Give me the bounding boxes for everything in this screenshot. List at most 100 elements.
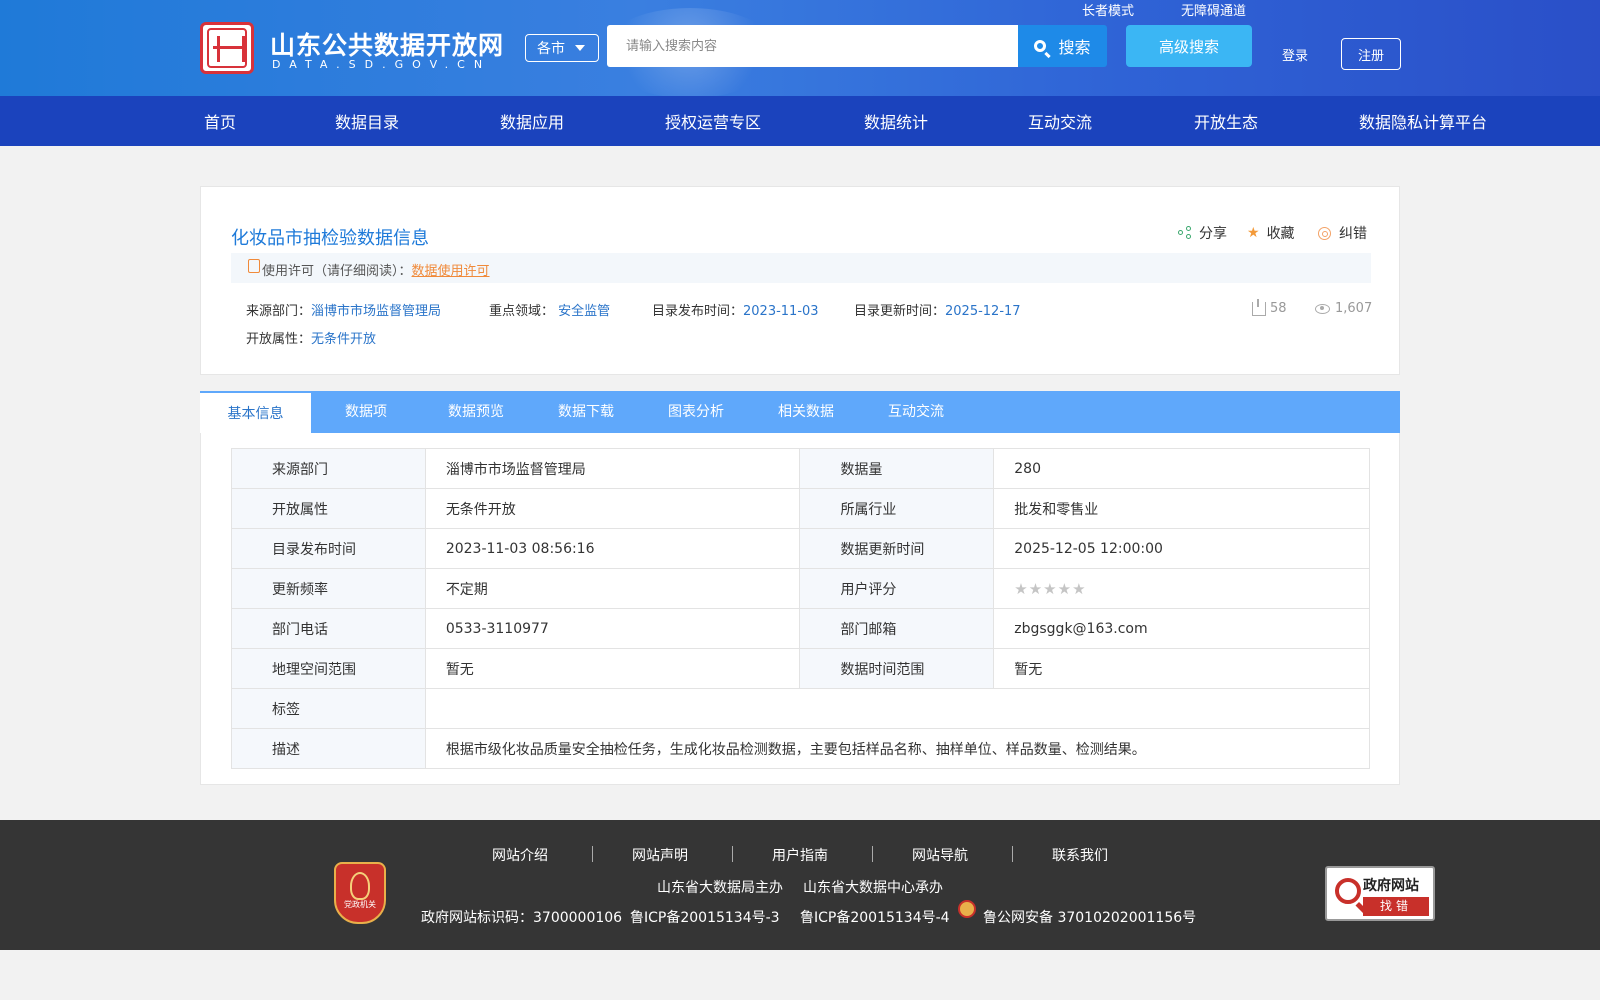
table-row: 标签 — [231, 688, 1371, 729]
nav-item-authorized[interactable]: 授权运营专区 — [665, 109, 761, 133]
footer-host: 山东省大数据局主办 — [657, 880, 783, 896]
table-row: 目录发布时间 2023-11-03 08:56:16 数据更新时间 2025-1… — [231, 528, 1370, 569]
nav-item-home[interactable]: 首页 — [204, 109, 236, 133]
tab-bar: 基本信息 数据项 数据预览 数据下载 图表分析 相关数据 互动交流 — [200, 391, 1400, 433]
city-select[interactable]: 各市 — [525, 34, 599, 62]
main-nav: 首页 数据目录 数据应用 授权运营专区 数据统计 互动交流 开放生态 数据隐私计… — [0, 96, 1600, 146]
table-label: 数据时间范围 — [799, 648, 995, 689]
share-button[interactable]: 分享 — [1178, 223, 1227, 243]
login-link[interactable]: 登录 — [1282, 45, 1308, 64]
star-icon[interactable]: ★ — [1072, 580, 1085, 598]
table-label: 开放属性 — [231, 488, 426, 529]
footer-organizer: 山东省大数据中心承办 — [803, 880, 943, 896]
tab-related-data[interactable]: 相关数据 — [751, 391, 861, 433]
footer-link-intro[interactable]: 网站介绍 — [492, 845, 548, 865]
table-value: 淄博市市场监督管理局 — [424, 448, 801, 489]
share-label: 分享 — [1199, 226, 1227, 242]
footer-police-link[interactable]: 鲁公网安备 37010202001156号 — [983, 907, 1196, 927]
correct-button[interactable]: 纠错 — [1318, 223, 1367, 243]
elder-mode-link[interactable]: 长者模式 — [1082, 0, 1134, 19]
tab-data-preview[interactable]: 数据预览 — [421, 391, 531, 433]
tab-interaction[interactable]: 互动交流 — [861, 391, 971, 433]
table-label: 部门电话 — [231, 608, 426, 649]
site-logo-icon[interactable] — [200, 22, 254, 74]
meta-open: 开放属性：无条件开放 — [246, 332, 377, 347]
tab-data-download[interactable]: 数据下载 — [531, 391, 641, 433]
star-icon[interactable]: ★ — [1029, 580, 1042, 598]
share-icon — [1178, 226, 1192, 240]
footer-icp4-link[interactable]: 鲁ICP备20015134号-4 — [800, 907, 950, 927]
table-value: 280 — [993, 448, 1370, 489]
police-badge-icon — [958, 900, 976, 918]
meta-publish: 目录发布时间：2023-11-03 — [652, 304, 819, 319]
star-icon: ★ — [1247, 225, 1260, 241]
star-icon[interactable]: ★ — [1043, 580, 1056, 598]
nav-item-privacy[interactable]: 数据隐私计算平台 — [1359, 109, 1487, 133]
footer-divider — [592, 846, 593, 862]
site-title[interactable]: 山东公共数据开放网 — [270, 26, 504, 62]
star-icon[interactable]: ★ — [1014, 580, 1027, 598]
accessible-link[interactable]: 无障碍通道 — [1181, 0, 1246, 19]
table-label: 所属行业 — [799, 488, 995, 529]
table-label: 数据量 — [799, 448, 995, 489]
tab-chart-analysis[interactable]: 图表分析 — [641, 391, 751, 433]
nav-item-interaction[interactable]: 互动交流 — [1028, 109, 1092, 133]
license-link[interactable]: 数据使用许可 — [412, 264, 490, 279]
source-dept-link[interactable]: 淄博市市场监督管理局 — [311, 304, 441, 319]
page-title: 化妆品市抽检验数据信息 — [231, 228, 429, 249]
meta-update: 目录更新时间：2025-12-17 — [854, 304, 1021, 319]
table-row: 来源部门 淄博市市场监督管理局 数据量 280 — [231, 448, 1370, 489]
table-row: 开放属性 无条件开放 所属行业 批发和零售业 — [231, 488, 1370, 529]
table-value: 暂无 — [424, 648, 801, 689]
nav-item-stats[interactable]: 数据统计 — [864, 109, 928, 133]
rating-stars[interactable]: ★★★★★ — [993, 568, 1370, 609]
table-label: 数据更新时间 — [799, 528, 995, 569]
table-label: 部门邮箱 — [799, 608, 995, 649]
download-count: 58 — [1252, 298, 1287, 316]
domain-link[interactable]: 安全监管 — [558, 304, 610, 319]
license-text: 使用许可（请仔细阅读）：数据使用许可 — [262, 260, 490, 279]
nav-item-ecosystem[interactable]: 开放生态 — [1194, 109, 1258, 133]
favorite-label: 收藏 — [1266, 226, 1295, 242]
nav-item-catalog[interactable]: 数据目录 — [335, 109, 399, 133]
footer-divider — [732, 846, 733, 862]
table-row: 描述 根据市级化妆品质量安全抽检任务，生成化妆品检测数据，主要包括样品名称、抽样… — [231, 728, 1371, 769]
license-prefix: 使用许可（请仔细阅读）： — [262, 264, 412, 279]
star-icon[interactable]: ★ — [1058, 580, 1071, 598]
magnifier-icon — [1335, 878, 1361, 904]
table-row: 地理空间范围 暂无 数据时间范围 暂无 — [231, 648, 1370, 689]
chevron-down-icon — [575, 45, 585, 51]
table-value: 根据市级化妆品质量安全抽检任务，生成化妆品检测数据，主要包括样品名称、抽样单位、… — [424, 728, 1371, 769]
table-value: 0533-3110977 — [424, 608, 801, 649]
city-select-label: 各市 — [537, 41, 565, 57]
footer-link-sitemap[interactable]: 网站导航 — [912, 845, 968, 865]
table-label: 目录发布时间 — [231, 528, 426, 569]
view-count: 1,607 — [1315, 301, 1372, 316]
download-icon — [1252, 298, 1266, 316]
footer-icp3-link[interactable]: 鲁ICP备20015134号-3 — [630, 907, 780, 927]
search-input[interactable] — [607, 25, 1018, 67]
tab-data-items[interactable]: 数据项 — [311, 391, 421, 433]
gov-site-error-badge[interactable]: 政府网站 找错 — [1325, 866, 1435, 921]
table-row: 更新频率 不定期 用户评分 ★★★★★ — [231, 568, 1370, 609]
table-label: 更新频率 — [231, 568, 426, 609]
footer-link-statement[interactable]: 网站声明 — [632, 845, 688, 865]
table-label: 来源部门 — [231, 448, 426, 489]
basic-info-table: 来源部门 淄博市市场监督管理局 数据量 280 开放属性 无条件开放 所属行业 … — [231, 448, 1371, 769]
dataset-summary-card: 化妆品市抽检验数据信息 分享 ★ 收藏 纠错 使用许可（请仔细阅读）：数据使用许… — [200, 186, 1400, 375]
tab-basic-info[interactable]: 基本信息 — [200, 391, 311, 433]
meta-domain: 重点领域： 安全监管 — [489, 304, 611, 319]
search-icon — [1034, 40, 1047, 52]
correct-label: 纠错 — [1339, 226, 1367, 242]
footer-link-contact[interactable]: 联系我们 — [1052, 845, 1108, 865]
table-value: zbgsggk@163.com — [993, 608, 1370, 649]
footer-link-guide[interactable]: 用户指南 — [772, 845, 828, 865]
register-button[interactable]: 注册 — [1341, 38, 1401, 70]
open-attr-link[interactable]: 无条件开放 — [311, 332, 376, 347]
favorite-button[interactable]: ★ 收藏 — [1247, 223, 1295, 243]
advanced-search-button[interactable]: 高级搜索 — [1126, 25, 1252, 67]
search-button[interactable]: 搜索 — [1018, 25, 1107, 67]
party-gov-emblem-icon[interactable]: 党政机关 — [334, 862, 386, 924]
site-domain: DATA.SD.GOV.CN — [272, 58, 492, 71]
nav-item-apps[interactable]: 数据应用 — [500, 109, 564, 133]
